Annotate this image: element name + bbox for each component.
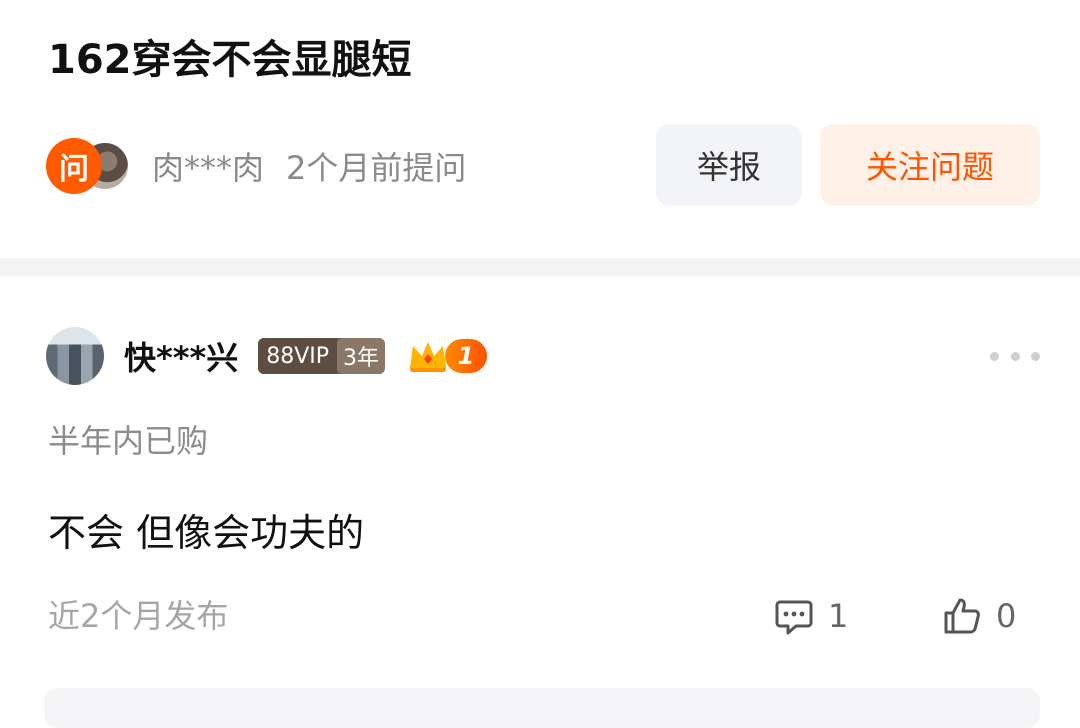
next-answer-preview (44, 688, 1040, 728)
like-count: 0 (996, 597, 1017, 635)
section-divider (0, 258, 1080, 276)
asker-row: 问 肉***肉 2个月前提问 (46, 136, 466, 196)
question-card: 162穿会不会显腿短 问 肉***肉 2个月前提问 举报 关注问题 (0, 0, 1080, 258)
asker-name[interactable]: 肉***肉 (152, 143, 264, 189)
answer-content: 不会 但像会功夫的 (48, 511, 365, 555)
level-badge: 1 (407, 337, 488, 375)
answer-footer: 近2个月发布 1 0 (48, 594, 1040, 638)
ask-badge: 问 (46, 138, 102, 194)
vip-badge: 88VIP 3年 (258, 338, 386, 374)
report-button[interactable]: 举报 (656, 124, 802, 206)
thumbs-up-icon (942, 596, 982, 636)
purchase-tag: 半年内已购 (48, 422, 209, 460)
more-dots-icon[interactable] (990, 346, 1040, 366)
vip-years: 3年 (337, 338, 386, 374)
comment-button[interactable]: 1 (774, 594, 848, 638)
asked-time: 2个月前提问 (286, 149, 467, 187)
comment-icon (774, 596, 814, 636)
answer-card: 快***兴 88VIP 3年 1 半年内已购 不会 但像会功夫的 近2个月发布 (0, 276, 1080, 728)
level-number: 1 (445, 339, 488, 373)
answerer-avatar[interactable] (46, 327, 104, 385)
like-button[interactable]: 0 (942, 594, 1016, 638)
question-title: 162穿会不会显腿短 (48, 37, 412, 83)
crown-icon (407, 338, 449, 374)
answer-header: 快***兴 88VIP 3年 1 (46, 326, 488, 386)
follow-question-button[interactable]: 关注问题 (820, 124, 1040, 206)
answerer-name[interactable]: 快***兴 (124, 333, 238, 379)
vip-label: 88VIP (258, 338, 338, 374)
comment-count: 1 (828, 597, 849, 635)
publish-time: 近2个月发布 (48, 597, 229, 635)
